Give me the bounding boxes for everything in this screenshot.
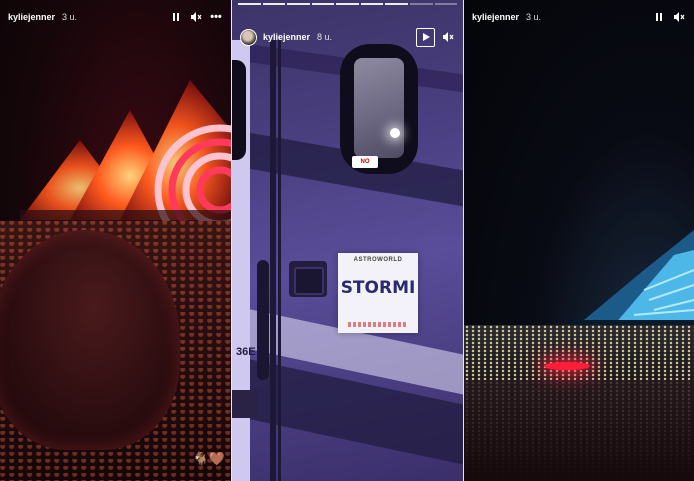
- play-icon[interactable]: [415, 27, 435, 47]
- story-header: kyliejenner 8 u.: [240, 27, 455, 47]
- username[interactable]: kyliejenner: [472, 12, 519, 22]
- story-panel-3[interactable]: kyliejenner 3 u.: [464, 0, 694, 481]
- timestamp: 3 u.: [62, 12, 78, 22]
- speaker-muted-icon[interactable]: [189, 10, 203, 24]
- trailer-image: 36E NO ASTROWORLD STORMI: [232, 0, 463, 481]
- grab-bar: [257, 260, 269, 380]
- no-sticker: NO: [352, 156, 378, 168]
- crowd-foreground: [464, 380, 694, 481]
- speaker-muted-icon[interactable]: [672, 10, 686, 24]
- reaction-emoji: 🐐🤎: [192, 451, 225, 466]
- timestamp: 3 u.: [526, 12, 542, 22]
- left-window: [232, 60, 246, 160]
- sign-name: STORMI: [340, 278, 416, 298]
- story-progress-bar: [238, 3, 458, 5]
- vehicle-number: 36E: [236, 346, 256, 358]
- pause-icon[interactable]: [169, 10, 183, 24]
- username[interactable]: kyliejenner: [263, 32, 310, 42]
- sign-header: ASTROWORLD: [353, 257, 403, 263]
- username[interactable]: kyliejenner: [8, 12, 55, 22]
- more-dots-icon[interactable]: •••: [209, 10, 223, 24]
- door-window: [340, 44, 418, 174]
- door-handle: [294, 267, 324, 295]
- story-header: kyliejenner 3 u.: [472, 7, 686, 27]
- story-header: kyliejenner 3 u. •••: [8, 7, 223, 27]
- speaker-muted-icon[interactable]: [441, 30, 455, 44]
- story-viewer: kyliejenner 3 u. ••• 🐐🤎 36E NO ASTROWORL…: [0, 0, 694, 481]
- blue-stage-image: [574, 230, 694, 330]
- red-light: [544, 362, 590, 370]
- door-edge-line: [278, 40, 281, 481]
- name-sign: ASTROWORLD STORMI: [338, 253, 418, 333]
- story-panel-2[interactable]: 36E NO ASTROWORLD STORMI kyliejenner 8 u…: [232, 0, 463, 481]
- door-edge-left: [270, 40, 276, 481]
- timestamp: 8 u.: [317, 32, 333, 42]
- pause-icon[interactable]: [652, 10, 666, 24]
- story-panel-1[interactable]: kyliejenner 3 u. ••• 🐐🤎: [0, 0, 231, 481]
- person-silhouette: [0, 230, 180, 450]
- trailer-rear: [232, 390, 258, 418]
- avatar[interactable]: [240, 28, 257, 46]
- fire-stage-image: [20, 80, 231, 230]
